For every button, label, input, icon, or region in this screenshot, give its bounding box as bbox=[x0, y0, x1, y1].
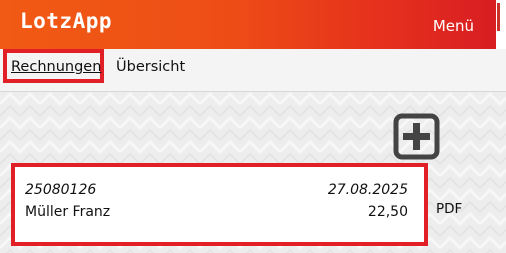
invoice-customer: Müller Franz bbox=[25, 204, 111, 220]
pdf-link[interactable]: PDF bbox=[436, 201, 462, 217]
main-content: 25080126 27.08.2025 Müller Franz 22,50 P… bbox=[0, 92, 506, 253]
tab-rechnungen-label: Rechnungen bbox=[11, 59, 102, 75]
invoice-number: 25080126 bbox=[25, 182, 97, 198]
invoice-date: 27.08.2025 bbox=[327, 182, 408, 198]
scrollbar[interactable] bbox=[496, 0, 506, 49]
plus-square-icon bbox=[393, 113, 440, 160]
invoice-amount: 22,50 bbox=[367, 204, 408, 220]
scrollbar-thumb[interactable] bbox=[497, 3, 500, 31]
nav-bar: Rechnungen Übersicht bbox=[0, 49, 506, 92]
menu-button[interactable]: Menü bbox=[433, 17, 474, 35]
app-title: LotzApp bbox=[20, 9, 113, 33]
tab-rechnungen[interactable]: Rechnungen bbox=[3, 49, 104, 83]
add-invoice-button[interactable] bbox=[393, 113, 440, 160]
tab-uebersicht[interactable]: Übersicht bbox=[116, 59, 185, 75]
invoice-card[interactable]: 25080126 27.08.2025 Müller Franz 22,50 bbox=[11, 163, 428, 246]
app-header: LotzApp Menü bbox=[0, 0, 496, 49]
